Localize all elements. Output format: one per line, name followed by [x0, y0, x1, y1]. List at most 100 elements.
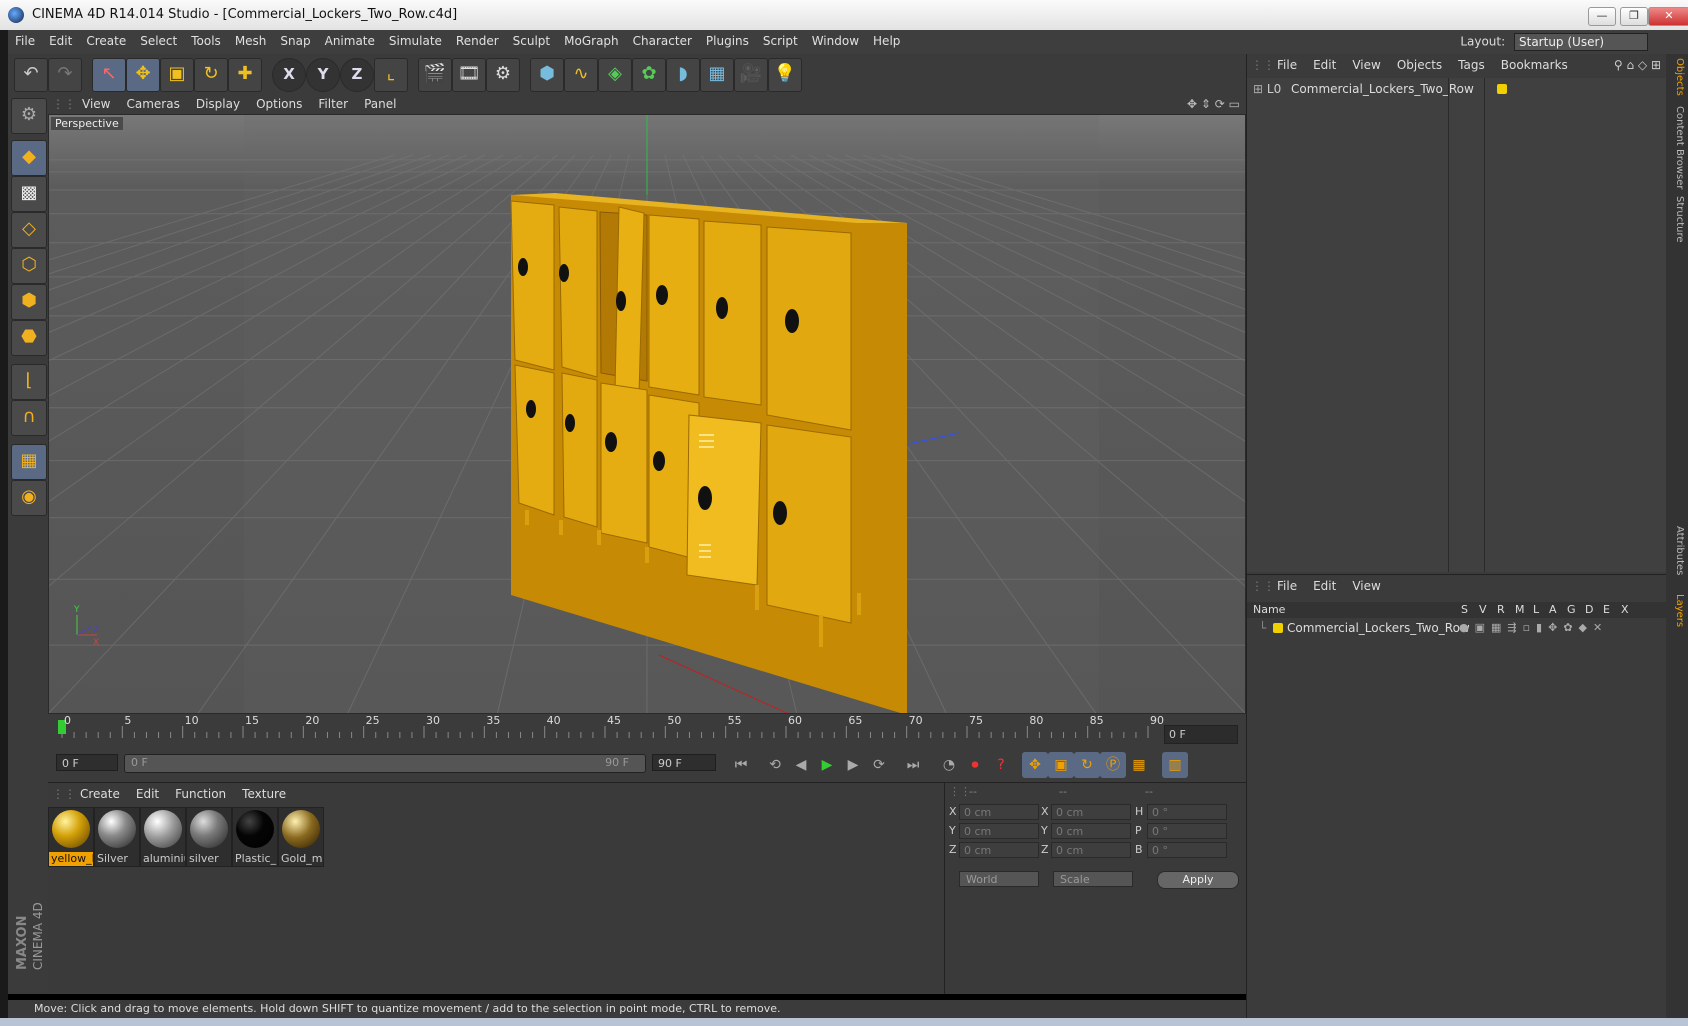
- layer-name[interactable]: Commercial_Lockers_Two_Row: [1287, 619, 1470, 637]
- move-icon[interactable]: ✥: [126, 58, 160, 92]
- axis-mode-icon[interactable]: ⌊: [11, 364, 47, 400]
- render-view-icon[interactable]: 🎬: [418, 58, 452, 92]
- deformer-icon[interactable]: ◗: [666, 58, 700, 92]
- menu-mesh[interactable]: Mesh: [228, 30, 274, 52]
- planar-workplane-icon[interactable]: ◉: [11, 480, 47, 516]
- texture-mode-icon[interactable]: ▩: [11, 176, 47, 212]
- autokey-icon[interactable]: ⏺: [962, 752, 988, 778]
- menu-animate[interactable]: Animate: [318, 30, 382, 52]
- polygons-mode-icon[interactable]: ⬣: [11, 320, 47, 356]
- spline-icon[interactable]: ∿: [564, 58, 598, 92]
- viewport-menu-panel[interactable]: Panel: [356, 94, 404, 114]
- tab-structure[interactable]: Structure: [1669, 196, 1685, 243]
- object-name[interactable]: Commercial_Lockers_Two_Row: [1291, 82, 1474, 96]
- play-icon[interactable]: ▶: [814, 752, 840, 778]
- y-axis-icon[interactable]: Y: [306, 58, 340, 92]
- current-frame-field[interactable]: 0 F: [1164, 725, 1238, 744]
- layout-select[interactable]: Startup (User): [1514, 33, 1648, 51]
- viewport-menu-view[interactable]: View: [74, 94, 118, 114]
- material-swatch[interactable]: aluminiu: [140, 807, 186, 867]
- minimize-button[interactable]: —: [1588, 7, 1616, 26]
- workplane-lock-icon[interactable]: ▦: [11, 444, 47, 480]
- array-icon[interactable]: ✿: [632, 58, 666, 92]
- menu-render[interactable]: Render: [449, 30, 506, 52]
- size-x-field[interactable]: 0 cm: [1051, 804, 1131, 820]
- objects-menu-file[interactable]: File: [1269, 54, 1305, 76]
- layer-color-icon[interactable]: [1273, 623, 1283, 633]
- header-expressions[interactable]: E: [1603, 602, 1610, 618]
- viewport-menu-display[interactable]: Display: [188, 94, 248, 114]
- scale-select[interactable]: Scale: [1053, 871, 1133, 887]
- menu-window[interactable]: Window: [805, 30, 866, 52]
- key-position-icon[interactable]: ✥: [1022, 752, 1048, 778]
- camera-icon[interactable]: 🎥: [734, 58, 768, 92]
- tab-layers[interactable]: Layers: [1669, 594, 1685, 627]
- menu-edit[interactable]: Edit: [42, 30, 79, 52]
- z-axis-icon[interactable]: Z: [340, 58, 374, 92]
- world-select[interactable]: World: [959, 871, 1039, 887]
- key-scale-icon[interactable]: ▣: [1048, 752, 1074, 778]
- layers-menu-view[interactable]: View: [1344, 575, 1388, 597]
- edges-mode-icon[interactable]: ⬢: [11, 284, 47, 320]
- model-mode-icon[interactable]: ◆: [11, 140, 47, 176]
- end-frame-field[interactable]: 90 F: [652, 754, 716, 771]
- position-z-field[interactable]: 0 cm: [959, 842, 1039, 858]
- tab-objects[interactable]: Objects: [1669, 58, 1685, 96]
- header-view[interactable]: V: [1479, 602, 1487, 618]
- make-editable-icon[interactable]: ⚙: [11, 98, 47, 134]
- menu-create[interactable]: Create: [79, 30, 133, 52]
- key-parameter-icon[interactable]: Ⓟ: [1100, 752, 1126, 778]
- objects-nav-icons[interactable]: ⚲ ⌂ ◇ ⊞: [1614, 54, 1661, 76]
- layer-color-icon[interactable]: [1497, 84, 1507, 94]
- position-x-field[interactable]: 0 cm: [959, 804, 1039, 820]
- redo-icon[interactable]: ↷: [48, 58, 82, 92]
- scale-icon[interactable]: ▣: [160, 58, 194, 92]
- tab-content-browser[interactable]: Content Browser: [1669, 106, 1685, 189]
- layer-flag-icons[interactable]: ●▣▦⇶▫▮✥✿◆✕: [1459, 619, 1608, 637]
- material-menu-function[interactable]: Function: [167, 783, 234, 805]
- undo-icon[interactable]: ↶: [14, 58, 48, 92]
- rotate-icon[interactable]: ↻: [194, 58, 228, 92]
- tab-attributes[interactable]: Attributes: [1669, 526, 1685, 575]
- key-rotation-icon[interactable]: ↻: [1074, 752, 1100, 778]
- header-render[interactable]: R: [1497, 602, 1505, 618]
- workplane-icon[interactable]: ◇: [11, 212, 47, 248]
- material-menu-edit[interactable]: Edit: [128, 783, 167, 805]
- material-swatch[interactable]: yellow_l: [48, 807, 94, 867]
- next-frame-icon[interactable]: ▶: [840, 752, 866, 778]
- nurbs-icon[interactable]: ◈: [598, 58, 632, 92]
- header-solo[interactable]: S: [1461, 602, 1468, 618]
- restore-button[interactable]: ❐: [1620, 7, 1648, 26]
- render-settings-icon[interactable]: ⚙: [486, 58, 520, 92]
- start-frame-field[interactable]: 0 F: [56, 754, 118, 771]
- go-to-start-icon[interactable]: ⏮: [728, 752, 754, 778]
- expand-icon[interactable]: ⊞: [1253, 82, 1263, 96]
- menu-sculpt[interactable]: Sculpt: [506, 30, 557, 52]
- menu-mograph[interactable]: MoGraph: [557, 30, 626, 52]
- menu-help[interactable]: Help: [866, 30, 907, 52]
- coordinate-system-icon[interactable]: ⌞: [374, 58, 408, 92]
- keyframe-selection-icon[interactable]: ?: [988, 752, 1014, 778]
- position-y-field[interactable]: 0 cm: [959, 823, 1039, 839]
- cube-icon[interactable]: ⬢: [530, 58, 564, 92]
- apply-button[interactable]: Apply: [1157, 871, 1239, 889]
- header-animation[interactable]: A: [1549, 602, 1557, 618]
- material-swatch[interactable]: Plastic_l: [232, 807, 278, 867]
- layers-menu-edit[interactable]: Edit: [1305, 575, 1344, 597]
- header-xref[interactable]: X: [1621, 602, 1629, 618]
- header-locked[interactable]: L: [1533, 602, 1539, 618]
- menu-snap[interactable]: Snap: [273, 30, 317, 52]
- viewport-menu-filter[interactable]: Filter: [310, 94, 356, 114]
- timeline[interactable]: 0 5 10 15 20 25 30 35 40 45 50 55 60 65 70 75 80 85 90 0 F: [48, 714, 1246, 746]
- menu-character[interactable]: Character: [626, 30, 699, 52]
- material-menu-texture[interactable]: Texture: [234, 783, 294, 805]
- rotation-b-field[interactable]: 0 °: [1147, 842, 1227, 858]
- header-deformers[interactable]: D: [1585, 602, 1593, 618]
- material-swatch[interactable]: Silver: [94, 807, 140, 867]
- header-generators[interactable]: G: [1567, 602, 1576, 618]
- previous-frame-icon[interactable]: ◀: [788, 752, 814, 778]
- menu-plugins[interactable]: Plugins: [699, 30, 756, 52]
- material-swatch[interactable]: silver: [186, 807, 232, 867]
- record-keys-icon[interactable]: ◔: [936, 752, 962, 778]
- viewport-nav-icons[interactable]: ✥ ⇕ ⟳ ▭: [1187, 94, 1240, 114]
